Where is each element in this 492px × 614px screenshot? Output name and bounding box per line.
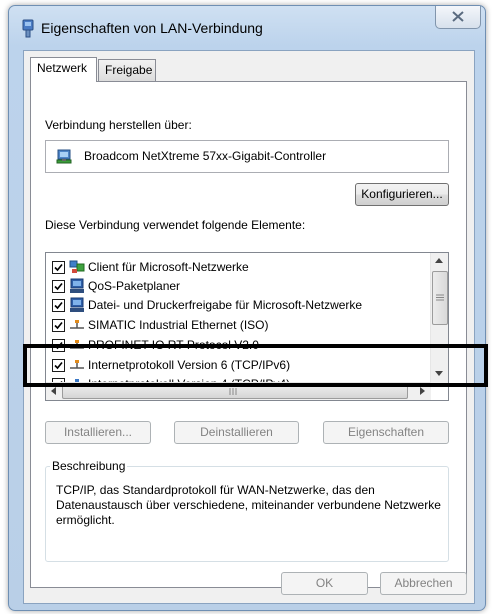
adapter-name: Broadcom NetXtreme 57xx-Gigabit-Controll… (84, 149, 327, 163)
network-adapter-icon (22, 19, 34, 38)
properties-dialog: Eigenschaften von LAN-Verbindung Netzwer… (8, 5, 486, 611)
tab-netzwerk[interactable]: Netzwerk (30, 57, 97, 82)
ok-button[interactable]: OK (281, 572, 368, 595)
checkmark-icon (54, 282, 63, 291)
item-label: SIMATIC Industrial Ethernet (ISO) (88, 318, 269, 332)
service-icon (70, 278, 84, 293)
description-group: Beschreibung TCP/IP, das Standardprotoko… (45, 459, 449, 562)
service-icon (70, 297, 84, 312)
close-button[interactable] (435, 6, 481, 29)
scroll-up-icon (435, 258, 443, 263)
item-checkbox[interactable] (52, 261, 65, 274)
description-text: TCP/IP, das Standardprotokoll für WAN-Ne… (56, 483, 441, 527)
list-item[interactable]: SIMATIC Industrial Ethernet (ISO) (48, 315, 428, 335)
tab-panel-netzwerk: Verbindung herstellen über: Broadcom Net… (30, 81, 467, 588)
properties-button[interactable]: Eigenschaften (323, 421, 449, 444)
items-label: Diese Verbindung verwendet folgende Elem… (45, 218, 306, 232)
window-title: Eigenschaften von LAN-Verbindung (41, 20, 263, 36)
horizontal-scroll-thumb[interactable] (62, 385, 408, 399)
uninstall-button[interactable]: Deinstallieren (174, 421, 299, 444)
network-client-icon (69, 260, 85, 273)
tab-freigabe[interactable]: Freigabe (98, 59, 156, 81)
checkmark-icon (54, 263, 63, 272)
checkmark-icon (54, 321, 63, 330)
grip-icon (436, 294, 444, 301)
close-icon (452, 11, 464, 22)
grip-icon (229, 388, 237, 395)
scroll-right-icon (420, 387, 425, 395)
list-item[interactable]: Datei- und Druckerfreigabe für Microsoft… (48, 295, 428, 315)
list-item[interactable]: Client für Microsoft-Netzwerke (48, 257, 428, 277)
scroll-left-icon (51, 387, 56, 395)
list-item[interactable]: QoS-Paketplaner (48, 276, 428, 296)
highlight-frame (23, 344, 488, 387)
item-label: Datei- und Druckerfreigabe für Microsoft… (88, 298, 363, 312)
protocol-icon (70, 320, 84, 329)
item-checkbox[interactable] (52, 319, 65, 332)
vertical-scroll-thumb[interactable] (432, 271, 448, 325)
dialog-body: Netzwerk Freigabe Verbindung herstellen … (23, 50, 475, 604)
cancel-button[interactable]: Abbrechen (380, 572, 467, 595)
network-card-icon (56, 149, 72, 164)
checkmark-icon (54, 301, 63, 310)
install-button[interactable]: Installieren... (45, 421, 151, 444)
description-legend: Beschreibung (50, 459, 128, 473)
configure-button[interactable]: Konfigurieren... (355, 183, 449, 206)
item-label: QoS-Paketplaner (88, 279, 181, 293)
item-checkbox[interactable] (52, 299, 65, 312)
adapter-field: Broadcom NetXtreme 57xx-Gigabit-Controll… (45, 140, 449, 173)
item-label: Client für Microsoft-Netzwerke (88, 260, 249, 274)
connect-via-label: Verbindung herstellen über: (45, 118, 192, 132)
item-checkbox[interactable] (52, 280, 65, 293)
